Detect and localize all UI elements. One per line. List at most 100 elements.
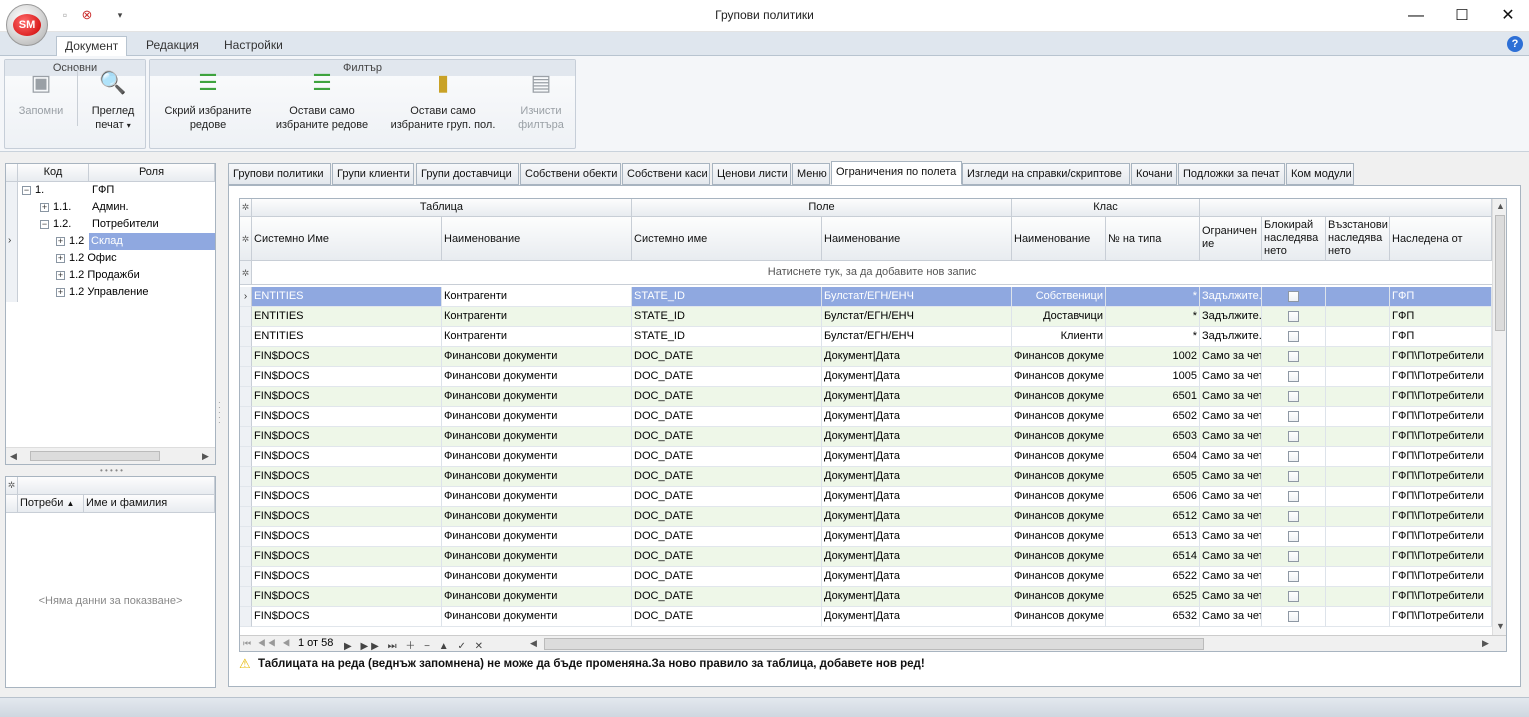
col-inherited-from[interactable]: Наследена от [1390,217,1492,261]
cell-restr[interactable]: Само за чет [1200,387,1262,407]
minimize-button[interactable]: — [1393,0,1439,32]
cell-sys[interactable]: FIN$DOCS [252,607,442,627]
block-inheritance-checkbox[interactable] [1288,611,1299,622]
cell-fsys[interactable]: DOC_DATE [632,447,822,467]
save-icon[interactable]: ▫ [58,8,72,22]
cell-fsys[interactable]: DOC_DATE [632,547,822,567]
cell-name[interactable]: Финансови документи [442,607,632,627]
cell-cls[interactable]: Финансов докуме [1012,367,1106,387]
keep-selected-rows-button[interactable]: ☰ Остави само избраните редове [268,68,376,132]
tab-supplier-groups[interactable]: Групи доставчици [416,163,519,185]
cell-restr[interactable]: Задължите. [1200,327,1262,347]
col-class-name[interactable]: Наименование [1012,217,1106,261]
cell-cls[interactable]: Финансов докуме [1012,407,1106,427]
row-indicator[interactable] [240,587,252,607]
cell-fname[interactable]: Документ|Дата [822,547,1012,567]
clear-filter-button[interactable]: ▤ Изчисти филтъра [510,68,572,132]
nav-next-last-add-icon[interactable]: ▶ ▶▶ ⏭ ＋ − ▲ ✓ ✕ [344,637,486,651]
block-inheritance-checkbox[interactable] [1288,331,1299,342]
cell-inh[interactable]: ГФП\Потребители [1390,387,1492,407]
cell-fsys[interactable]: DOC_DATE [632,567,822,587]
cell-cb1[interactable] [1262,527,1326,547]
cell-cb1[interactable] [1262,507,1326,527]
row-indicator[interactable]: › [240,287,252,307]
cell-cb2[interactable] [1326,347,1390,367]
row-indicator[interactable] [240,427,252,447]
scroll-left-icon[interactable]: ◀ [530,638,537,649]
row-indicator[interactable] [240,447,252,467]
cell-name[interactable]: Финансови документи [442,567,632,587]
block-inheritance-checkbox[interactable] [1288,391,1299,402]
cell-cls[interactable]: Финансов докуме [1012,587,1106,607]
cell-inh[interactable]: ГФП\Потребители [1390,407,1492,427]
header-user[interactable]: Потреби ▲ [18,495,84,513]
tree-item-warehouse[interactable]: +1.2 [56,233,84,250]
splitter-grip[interactable]: • • • • • [100,466,123,475]
header-full-name[interactable]: Име и фамилия [84,495,215,513]
tab-com-modules[interactable]: Ком модули [1286,163,1354,185]
cell-type[interactable]: 6532 [1106,607,1200,627]
block-inheritance-checkbox[interactable] [1288,551,1299,562]
filter-row[interactable] [18,477,215,495]
tab-print-templates[interactable]: Подложки за печат [1178,163,1285,185]
cell-type[interactable]: 6502 [1106,407,1200,427]
tree-item-office[interactable]: +1.2 Офис [56,250,117,267]
cell-cb2[interactable] [1326,367,1390,387]
cell-cls[interactable]: Финансов докуме [1012,607,1106,627]
save-button[interactable]: ▣ Запомни [9,68,73,118]
cell-fsys[interactable]: DOC_DATE [632,387,822,407]
cell-cls[interactable]: Финансов докуме [1012,467,1106,487]
cell-type[interactable]: 1002 [1106,347,1200,367]
cell-cls[interactable]: Финансов докуме [1012,567,1106,587]
cell-cls[interactable]: Финансов докуме [1012,507,1106,527]
cell-fname[interactable]: Документ|Дата [822,467,1012,487]
cell-cb2[interactable] [1326,307,1390,327]
cell-type[interactable]: 6504 [1106,447,1200,467]
cell-fname[interactable]: Документ|Дата [822,587,1012,607]
cell-cb1[interactable] [1262,587,1326,607]
row-indicator[interactable] [240,307,252,327]
help-icon[interactable]: ? [1507,36,1523,52]
cell-sys[interactable]: FIN$DOCS [252,527,442,547]
cell-type[interactable]: 6514 [1106,547,1200,567]
cell-fname[interactable]: Документ|Дата [822,527,1012,547]
close-doc-icon[interactable]: ⊗ [80,8,94,22]
cell-cb1[interactable] [1262,567,1326,587]
expand-icon[interactable]: + [56,287,65,297]
cell-restr[interactable]: Само за чет [1200,507,1262,527]
cell-cb1[interactable] [1262,427,1326,447]
tree-role-selected[interactable]: Склад [89,233,215,250]
tab-settings[interactable]: Настройки [216,36,291,56]
tab-document[interactable]: Документ [56,36,128,57]
cell-type[interactable]: 6505 [1106,467,1200,487]
scroll-left-icon[interactable]: ◀ [10,451,17,462]
cell-sys[interactable]: FIN$DOCS [252,507,442,527]
cell-cb2[interactable] [1326,287,1390,307]
col-table-sysname[interactable]: Системно Име [252,217,442,261]
cell-restr[interactable]: Само за чет [1200,607,1262,627]
cell-restr[interactable]: Задължите. [1200,287,1262,307]
cell-cb2[interactable] [1326,527,1390,547]
cell-name[interactable]: Финансови документи [442,427,632,447]
cell-name[interactable]: Контрагенти [442,327,632,347]
cell-cls[interactable]: Финансов докуме [1012,527,1106,547]
tab-stubs[interactable]: Кочани [1131,163,1177,185]
cell-inh[interactable]: ГФП\Потребители [1390,427,1492,447]
tab-price-lists[interactable]: Ценови листи [712,163,791,185]
cell-fsys[interactable]: DOC_DATE [632,607,822,627]
scroll-right-icon[interactable]: ▶ [1482,638,1489,649]
tree-item-users[interactable]: −1.2. [40,216,71,233]
block-inheritance-checkbox[interactable] [1288,411,1299,422]
tab-own-sites[interactable]: Собствени обекти [520,163,621,185]
cell-name[interactable]: Финансови документи [442,587,632,607]
scroll-thumb[interactable] [544,638,1204,650]
collapse-icon[interactable]: − [40,219,49,229]
header-code[interactable]: Код [18,164,89,182]
cell-type[interactable]: 6501 [1106,387,1200,407]
cell-fsys[interactable]: STATE_ID [632,307,822,327]
row-indicator[interactable] [240,347,252,367]
block-inheritance-checkbox[interactable] [1288,291,1299,302]
expand-icon[interactable]: + [56,236,65,246]
qat-dropdown-icon[interactable]: ▾ [113,8,127,22]
block-inheritance-checkbox[interactable] [1288,451,1299,462]
